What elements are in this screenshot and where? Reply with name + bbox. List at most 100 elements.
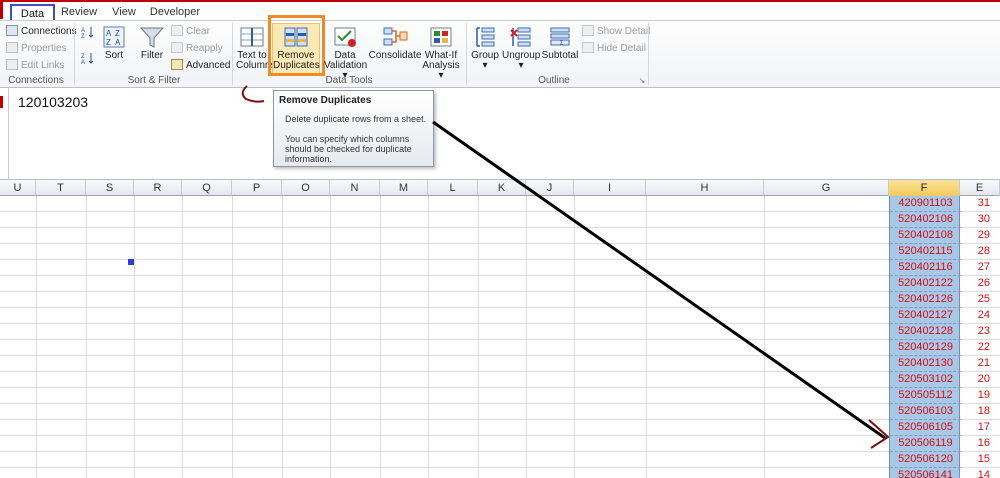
cell-e[interactable]: 27 bbox=[952, 260, 990, 276]
cell-f[interactable]: 520503102 bbox=[890, 372, 961, 388]
cell-f[interactable]: 520505112 bbox=[890, 388, 961, 404]
chevron-down-icon: ▾ bbox=[518, 60, 524, 71]
column-header-n[interactable]: N bbox=[330, 180, 380, 196]
ribbon: Connections Properties Edit Links Connec… bbox=[0, 15, 1000, 88]
column-header-k[interactable]: K bbox=[478, 180, 526, 196]
sort-filter-group-label: Sort & Filter bbox=[127, 75, 181, 86]
grid-line bbox=[0, 291, 1000, 292]
formula-bar-value[interactable]: 120103203 bbox=[18, 94, 88, 110]
consolidate-button[interactable]: Consolidate bbox=[368, 25, 422, 61]
subtotal-button[interactable]: Σ Subtotal bbox=[541, 25, 579, 61]
cell-e[interactable]: 15 bbox=[952, 452, 990, 468]
ungroup-rows-icon bbox=[510, 27, 531, 47]
column-header-s[interactable]: S bbox=[86, 180, 134, 196]
cell-e[interactable]: 30 bbox=[952, 212, 990, 228]
column-header-h[interactable]: H bbox=[646, 180, 764, 196]
show-detail-button[interactable]: Show Detail bbox=[582, 24, 650, 39]
cell-f[interactable]: 520506105 bbox=[890, 420, 961, 436]
svg-text:Z: Z bbox=[81, 34, 85, 38]
cell-f[interactable]: 520402128 bbox=[890, 324, 961, 340]
grid-line bbox=[0, 339, 1000, 340]
clear-filter-button[interactable]: Clear bbox=[171, 24, 210, 39]
worksheet-grid[interactable]: 420901103 520402106 520402108 520402115 … bbox=[0, 196, 1000, 478]
cell-f[interactable]: 520402116 bbox=[890, 260, 961, 276]
cell-f[interactable]: 520402129 bbox=[890, 340, 961, 356]
cell-f[interactable]: 520402108 bbox=[890, 228, 961, 244]
filter-button[interactable]: Filter bbox=[138, 25, 166, 61]
cell-f[interactable]: 520402122 bbox=[890, 276, 961, 292]
show-detail-icon bbox=[582, 25, 594, 36]
svg-text:A: A bbox=[115, 38, 121, 47]
column-header-u[interactable]: U bbox=[0, 180, 36, 196]
column-header-r[interactable]: R bbox=[134, 180, 182, 196]
cell-e[interactable]: 20 bbox=[952, 372, 990, 388]
data-validation-button[interactable]: Data Validation ▾ bbox=[324, 25, 367, 81]
edit-links-button[interactable]: Edit Links bbox=[6, 58, 64, 73]
cell-e[interactable]: 22 bbox=[952, 340, 990, 356]
cell-e[interactable]: 24 bbox=[952, 308, 990, 324]
cell-e[interactable]: 25 bbox=[952, 292, 990, 308]
cell-e[interactable]: 28 bbox=[952, 244, 990, 260]
ungroup-button[interactable]: Ungroup ▾ bbox=[502, 25, 540, 71]
grid-line bbox=[0, 435, 1000, 436]
clear-filter-icon bbox=[171, 25, 183, 36]
sort-az-button[interactable]: AZ bbox=[79, 26, 97, 41]
column-header-e[interactable]: E bbox=[960, 180, 1000, 196]
reapply-button[interactable]: Reapply bbox=[171, 41, 223, 56]
grid-line bbox=[0, 307, 1000, 308]
cell-e[interactable]: 14 bbox=[952, 468, 990, 478]
properties-button[interactable]: Properties bbox=[6, 41, 67, 56]
group-button[interactable]: Group ▾ bbox=[469, 25, 501, 71]
connections-button[interactable]: Connections bbox=[6, 24, 77, 39]
column-header-o[interactable]: O bbox=[282, 180, 330, 196]
what-if-analysis-button[interactable]: What-If Analysis ▾ bbox=[420, 25, 462, 81]
cell-e[interactable]: 29 bbox=[952, 228, 990, 244]
remove-duplicates-tooltip: Remove Duplicates Delete duplicate rows … bbox=[273, 90, 434, 167]
group-divider bbox=[74, 23, 75, 85]
column-header-g[interactable]: G bbox=[764, 180, 889, 196]
svg-text:Z: Z bbox=[106, 38, 111, 47]
column-header-m[interactable]: M bbox=[380, 180, 428, 196]
cell-f[interactable]: 520506119 bbox=[890, 436, 961, 452]
sort-za-button[interactable]: ZA bbox=[79, 52, 97, 67]
cell-f[interactable]: 520402126 bbox=[890, 292, 961, 308]
cell-f[interactable]: 520506141 bbox=[890, 468, 961, 478]
column-header-row: U T S R Q P O N M L K J I H G F E bbox=[0, 180, 1000, 196]
cell-e[interactable]: 19 bbox=[952, 388, 990, 404]
grid-line bbox=[0, 211, 1000, 212]
cell-e[interactable]: 16 bbox=[952, 436, 990, 452]
cell-e[interactable]: 26 bbox=[952, 276, 990, 292]
group-divider bbox=[466, 23, 467, 85]
column-header-j[interactable]: J bbox=[526, 180, 574, 196]
grid-line bbox=[0, 227, 1000, 228]
outline-dialog-launcher-icon[interactable]: ↘ bbox=[638, 76, 646, 86]
column-f-selection: 420901103 520402106 520402108 520402115 … bbox=[889, 196, 961, 478]
hide-detail-button[interactable]: Hide Detail bbox=[582, 41, 646, 56]
cell-f[interactable]: 420901103 bbox=[890, 196, 961, 212]
cell-f[interactable]: 520402127 bbox=[890, 308, 961, 324]
column-header-t[interactable]: T bbox=[36, 180, 86, 196]
sort-button[interactable]: AZZA Sort bbox=[101, 25, 127, 61]
grid-line bbox=[0, 387, 1000, 388]
grid-line bbox=[0, 467, 1000, 468]
column-header-f[interactable]: F bbox=[889, 180, 960, 196]
text-to-columns-button[interactable]: Text to Columns bbox=[236, 25, 275, 71]
column-header-l[interactable]: L bbox=[428, 180, 478, 196]
tooltip-detail: You can specify which columns should be … bbox=[285, 134, 412, 164]
cell-f[interactable]: 520402130 bbox=[890, 356, 961, 372]
cell-f[interactable]: 520402106 bbox=[890, 212, 961, 228]
group-divider bbox=[648, 23, 649, 85]
cell-e[interactable]: 31 bbox=[952, 196, 990, 212]
cell-f[interactable]: 520402115 bbox=[890, 244, 961, 260]
column-header-p[interactable]: P bbox=[232, 180, 282, 196]
cell-e[interactable]: 23 bbox=[952, 324, 990, 340]
cell-e[interactable]: 17 bbox=[952, 420, 990, 436]
column-header-i[interactable]: I bbox=[574, 180, 646, 196]
selection-fill-handle[interactable] bbox=[128, 259, 134, 265]
advanced-filter-button[interactable]: Advanced bbox=[171, 58, 230, 73]
column-header-q[interactable]: Q bbox=[182, 180, 232, 196]
cell-f[interactable]: 520506103 bbox=[890, 404, 961, 420]
cell-e[interactable]: 21 bbox=[952, 356, 990, 372]
cell-f[interactable]: 520506120 bbox=[890, 452, 961, 468]
cell-e[interactable]: 18 bbox=[952, 404, 990, 420]
